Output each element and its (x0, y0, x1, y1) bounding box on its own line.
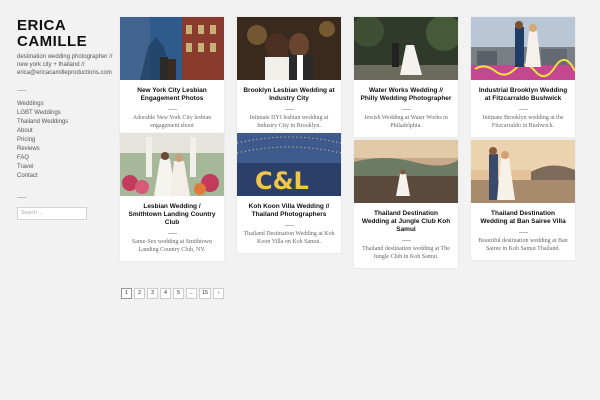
post-title[interactable]: Thailand Destination Wedding at Ban Sair… (477, 210, 569, 226)
divider (401, 109, 411, 110)
post-title[interactable]: Koh Koon Villa Wedding // Thailand Photo… (243, 203, 335, 219)
post-title[interactable]: Water Works Wedding // Philly Wedding Ph… (360, 87, 452, 103)
page-3-button[interactable]: 3 (147, 288, 158, 299)
post-thumbnail[interactable] (237, 17, 341, 80)
post-title[interactable]: Thailand Destination Wedding at Jungle C… (360, 210, 452, 234)
post-excerpt: Thailand destination wedding at The Jung… (362, 246, 450, 260)
divider (17, 90, 26, 91)
search-input[interactable]: Search ... (17, 207, 87, 220)
page-15-button[interactable]: 15 (199, 288, 212, 299)
menu-item-travel[interactable]: Travel (17, 163, 117, 172)
post-title[interactable]: Industrial Brooklyn Wedding at Fitzcarra… (477, 87, 569, 103)
svg-text:C&L: C&L (255, 167, 309, 195)
menu-item-pricing[interactable]: Pricing (17, 136, 117, 145)
post-thumbnail[interactable] (354, 17, 458, 80)
divider (401, 240, 411, 241)
divider (167, 109, 177, 110)
menu-item-contact[interactable]: Contact (17, 172, 117, 181)
page-2-button[interactable]: 2 (134, 288, 145, 299)
post-card[interactable]: Water Works Wedding // Philly Wedding Ph… (354, 17, 458, 137)
page-4-button[interactable]: 4 (160, 288, 171, 299)
menu-item-weddings[interactable]: Weddings (17, 100, 117, 109)
post-excerpt: Intimate Brooklyn wedding at the Fitzcar… (482, 115, 564, 129)
menu-item-about[interactable]: About (17, 127, 117, 136)
next-page-button[interactable]: › (213, 288, 225, 299)
post-thumbnail[interactable]: C&L (237, 133, 341, 196)
post-card[interactable]: Thailand Destination Wedding at Ban Sair… (471, 140, 575, 260)
site-title[interactable]: ERICA CAMILLE (17, 18, 117, 50)
post-excerpt: Thailand Destination Wedding at Koh Koon… (243, 231, 335, 245)
divider (284, 109, 294, 110)
divider (518, 109, 528, 110)
page-5-button[interactable]: 5 (173, 288, 184, 299)
menu-item-reviews[interactable]: Reviews (17, 145, 117, 154)
post-card[interactable]: Industrial Brooklyn Wedding at Fitzcarra… (471, 17, 575, 137)
post-excerpt: Intimate DYI lesbian wedding at Industry… (249, 115, 329, 129)
post-card[interactable]: Brooklyn Lesbian Wedding at Industry Cit… (237, 17, 341, 137)
divider (167, 233, 177, 234)
menu-item-lgbt-weddings[interactable]: LGBT Weddings (17, 109, 117, 118)
post-title[interactable]: Brooklyn Lesbian Wedding at Industry Cit… (243, 87, 335, 103)
post-thumbnail[interactable] (471, 17, 575, 80)
sidebar: ERICA CAMILLE destination wedding photog… (17, 18, 117, 220)
main-menu: Weddings LGBT Weddings Thailand Weddings… (17, 100, 117, 181)
divider (518, 232, 528, 233)
post-excerpt: Adorable New York City lesbian engagemen… (132, 115, 212, 129)
post-thumbnail[interactable] (471, 140, 575, 203)
post-excerpt: Same-Sex wedding at Smithtown Landing Co… (131, 239, 213, 253)
divider (17, 197, 26, 198)
post-title[interactable]: Lesbian Wedding / Smithtown Landing Coun… (126, 203, 218, 227)
site-title-line1[interactable]: ERICA (17, 17, 66, 34)
post-excerpt: Beautiful destination wedding at Ban Sai… (478, 238, 568, 252)
post-thumbnail[interactable] (354, 140, 458, 203)
post-card[interactable]: Lesbian Wedding / Smithtown Landing Coun… (120, 133, 224, 261)
pagination-ellipsis: ... (186, 288, 197, 299)
menu-item-faq[interactable]: FAQ (17, 154, 117, 163)
menu-item-thailand-weddings[interactable]: Thailand Weddings (17, 118, 117, 127)
post-card[interactable]: New York City Lesbian Engagement Photos … (120, 17, 224, 137)
page-1-button[interactable]: 1 (121, 288, 132, 299)
post-thumbnail[interactable] (120, 133, 224, 196)
pagination: 1 2 3 4 5 ... 15 › (121, 288, 225, 299)
site-tagline: destination wedding photographer // new … (17, 54, 113, 76)
post-card[interactable]: C&L Koh Koon Villa Wedding // Thailand P… (237, 133, 341, 253)
post-thumbnail[interactable] (120, 17, 224, 80)
post-title[interactable]: New York City Lesbian Engagement Photos (126, 87, 218, 103)
site-title-line2[interactable]: CAMILLE (17, 33, 87, 50)
post-card[interactable]: Thailand Destination Wedding at Jungle C… (354, 140, 458, 268)
post-excerpt: Jewish Wedding at Water Works in Philade… (364, 115, 448, 129)
divider (284, 225, 294, 226)
